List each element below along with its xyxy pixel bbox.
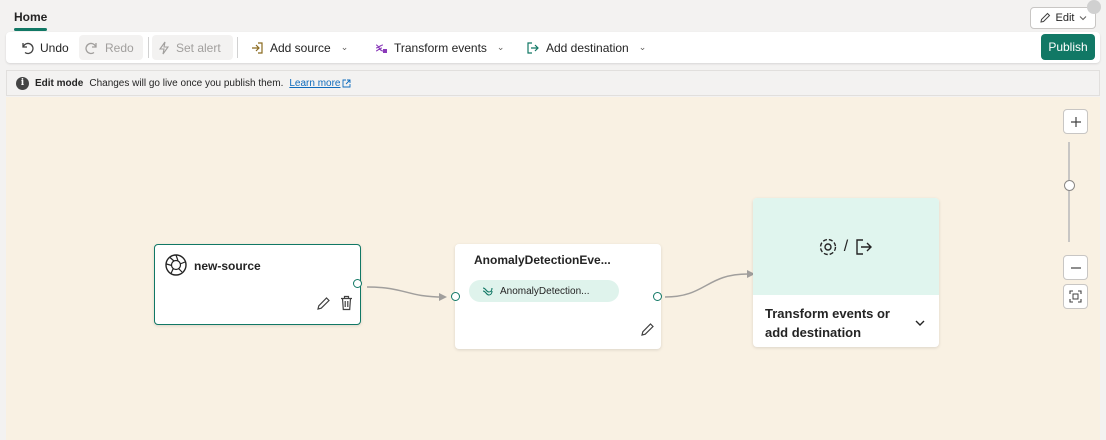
zoom-out-button[interactable] [1063,255,1088,280]
set-alert-button[interactable]: Set alert [152,35,233,60]
publish-button[interactable]: Publish [1041,34,1095,60]
toolbar-divider [237,37,238,58]
eventstream-pill-label: AnomalyDetection... [500,285,590,297]
redo-label: Redo [105,40,134,55]
redo-icon [85,42,97,54]
connector-stream-to-destination [664,273,749,298]
transform-gear-icon [819,238,836,255]
fit-to-screen-button[interactable] [1063,284,1088,309]
edit-mode-label: Edit [1055,12,1075,24]
external-link-icon [343,79,351,87]
undo-icon [22,42,34,54]
event-stream-canvas[interactable]: new-source AnomalyDetectionEve... Anomal… [6,97,1100,440]
transform-events-button[interactable]: Transform events ⌄ [368,35,510,60]
pencil-icon [1039,12,1050,23]
pencil-icon[interactable] [316,296,331,311]
add-source-icon [252,41,263,54]
destination-exit-icon [856,238,873,255]
undo-label: Undo [40,40,69,55]
source-node-title: new-source [194,259,261,273]
edit-mode-infobar: i Edit mode Changes will go live once yo… [6,70,1100,96]
minus-icon [1070,266,1081,269]
source-node[interactable]: new-source [154,244,362,325]
destination-separator: / [843,237,849,255]
redo-button[interactable]: Redo [79,35,143,60]
tab-home-underline [14,28,47,31]
connector-source-to-stream [366,286,445,298]
tab-home[interactable]: Home [14,10,47,24]
chevron-down-icon [1080,16,1087,21]
add-source-label: Add source [270,40,331,55]
add-destination-icon [527,41,539,54]
add-destination-label: Add destination [546,40,629,55]
plus-icon [1070,116,1081,127]
chevron-down-icon: ⌄ [496,42,505,52]
set-alert-label: Set alert [176,40,221,55]
source-output-port[interactable] [353,279,362,288]
learn-more-link[interactable]: Learn more [289,78,340,89]
add-source-button[interactable]: Add source ⌄ [244,35,354,60]
add-destination-button[interactable]: Add destination ⌄ [520,35,652,60]
fit-screen-icon [1069,290,1082,303]
connector-arrow-1 [439,293,447,301]
eventstream-output-port[interactable] [653,292,662,301]
destination-placeholder-node[interactable]: / Transform events or add destination [753,198,939,347]
destination-icon-area: / [753,198,939,295]
eventstream-node[interactable]: AnomalyDetectionEve... AnomalyDetection.… [451,244,662,349]
eventstream-input-port[interactable] [451,292,460,301]
zoom-slider-track[interactable] [1068,142,1070,242]
transform-events-label: Transform events [394,40,487,55]
chevron-down-icon: ⌄ [340,42,349,52]
lightning-icon [158,41,170,54]
undo-button[interactable]: Undo [14,35,75,60]
pencil-icon[interactable] [640,322,655,337]
zoom-in-button[interactable] [1063,109,1088,134]
eventstream-pill[interactable]: AnomalyDetection... [469,280,619,302]
toolbar-divider [148,37,149,58]
info-icon: i [16,76,29,90]
eventstream-node-title: AnomalyDetectionEve... [474,253,611,267]
chevron-down-icon: ⌄ [638,42,647,52]
zoom-slider-thumb[interactable] [1064,180,1075,191]
profile-corner-dot [1087,0,1101,14]
stream-icon [482,286,493,296]
top-tab-bar: Home Edit [0,0,1106,32]
trash-icon[interactable] [339,295,354,311]
chevron-down-icon[interactable] [914,317,926,329]
edit-mode-button[interactable]: Edit [1030,0,1101,29]
infobar-message: Changes will go live once you publish th… [89,77,284,89]
infobar-title: Edit mode [35,77,84,89]
ribbon-toolbar: Undo Redo Set alert Add source ⌄ Transfo… [6,32,1100,63]
source-aperture-icon [165,254,187,276]
destination-label: Transform events or add destination [765,306,890,340]
transform-events-icon [375,43,387,53]
